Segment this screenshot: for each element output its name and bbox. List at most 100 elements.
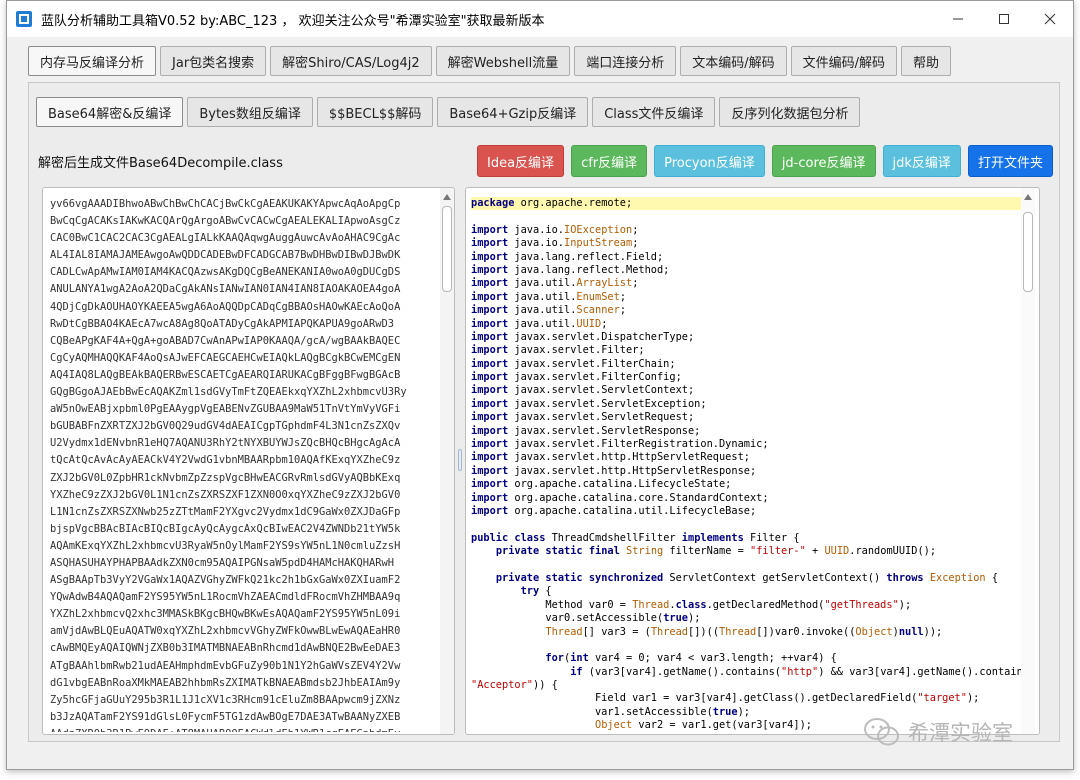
tab-decrypt-shiro[interactable]: 解密Shiro/CAS/Log4j2 (270, 46, 432, 76)
base64-line: CAC0BwC1CAC2CAC3CgAEALgIALkKAAQAqwgAuggA… (50, 232, 401, 245)
base64-line: L1N1cnZsZXRSZXNwb25zZTtMamF2YXgvc2Vydmx1… (50, 505, 401, 518)
base64-line: U2Vydmx1dENvbnR1eHQ7AQANU3RhY2tNYXBUYWJs… (50, 437, 401, 450)
code-line: import javax.servlet.FilterConfig; (471, 371, 682, 384)
code-line: import javax.servlet.FilterChain; (471, 357, 676, 370)
base64-line: ZXJ2bGV0L0ZpbHR1ckNvbmZpZzspVgcBHwEACGRv… (50, 471, 401, 484)
close-icon (1044, 13, 1056, 25)
base64-line: YXZhL2xhbmcvQ2xhc3MMASkBKgcBHQwBKwEsAQAQ… (50, 608, 401, 621)
maximize-button[interactable] (981, 1, 1027, 37)
tab-jar-class-search[interactable]: Jar包类名搜索 (160, 46, 267, 76)
tab-port-analysis[interactable]: 端口连接分析 (574, 46, 677, 76)
code-scrollbar[interactable] (1021, 188, 1035, 734)
code-line: private static final String filterName =… (495, 545, 937, 558)
close-button[interactable] (1027, 1, 1073, 37)
base64-line: b3JzAQATamF2YS91dGlsL0FycmF5TG1zdAwBOgE7… (50, 710, 401, 723)
base64-line: ANULANYA1wgA2AoA2QDaCgAkANsIANwIAN0IAN4I… (50, 283, 401, 296)
decompiled-code-pane[interactable]: package org.apache.remote; import java.i… (465, 187, 1040, 735)
subtab-deserialize[interactable]: 反序列化数据包分析 (719, 97, 861, 127)
jdk-decompile-button[interactable]: jdk反编译 (882, 145, 961, 177)
code-line: import java.util.Scanner; (471, 304, 627, 317)
base64-line: ASQHASUHAYPHAPBAAdkZXN0cm95AQAIPGNsaW5pd… (50, 556, 395, 569)
base64-line: ASgBAApTb3VyY2VGaWx1AQAZVGhyZWFkQ21kc2h1… (50, 574, 401, 587)
base64-line: ATgBAAhlbmRwb21udAEAHmphdmEvbGFuZy90b1N1… (50, 659, 401, 672)
scroll-up-icon[interactable] (440, 190, 454, 204)
maximize-icon (999, 14, 1009, 24)
code-line: if (var3[var4].getName().contains("http"… (570, 665, 1023, 678)
tab-help[interactable]: 帮助 (901, 46, 952, 76)
code-line: import java.lang.reflect.Method; (471, 263, 670, 276)
base64-line: tQcAtQcAvAcAyAEACkV4Y2VwdG1vbnMBAARpbm10… (50, 454, 401, 467)
base64-line: AAdnZXR0b3R1BwE9DAE+AT8MAUABQQEACWdldEh1… (50, 726, 434, 732)
procyon-decompile-button[interactable]: Procyon反编译 (654, 145, 765, 177)
base64-line: dG1vbgEABnRoaXMkMAEAB2hhbmRsZXIMATkBNAEA… (50, 676, 401, 689)
subtab-becl-decode[interactable]: $$BECL$$解码 (316, 97, 434, 127)
tab-decrypt-webshell[interactable]: 解密Webshell流量 (435, 46, 571, 76)
scroll-up-icon[interactable] (1021, 190, 1035, 204)
main-tab-bar: 内存马反编译分析 Jar包类名搜索 解密Shiro/CAS/Log4j2 解密W… (28, 46, 952, 76)
pane-splitter[interactable] (456, 187, 464, 735)
code-line: import javax.servlet.ServletResponse; (471, 424, 701, 437)
base64-line: CADLCwApAMwIAM0IAM4KACQAzwsAKgDQCgBeANEK… (50, 266, 401, 279)
tab-text-codec[interactable]: 文本编码/解码 (680, 46, 787, 76)
jdcore-decompile-button[interactable]: jd-core反编译 (771, 145, 876, 177)
code-line: Thread[] var3 = (Thread[])((Thread[])var… (545, 625, 943, 638)
base64-line: RwDtCgBBAO4KAEcA7wcA8Ag8QoATADyCgAkAPMIA… (50, 317, 395, 330)
output-file-label: 解密后生成文件Base64Decompile.class (38, 156, 283, 171)
base64-line: bjspVgcBBAcBIAcBIQcBIgcAyQcAygcAxQcBIwEA… (50, 522, 401, 535)
watermark-text: 希潭实验室 (908, 721, 1013, 745)
title-bar: 蓝队分析辅助工具箱V0.52 by:ABC_123 ， 欢迎关注公众号"希潭实验… (7, 1, 1073, 37)
cfr-decompile-button[interactable]: cfr反编译 (571, 145, 648, 177)
code-line: import java.util.UUID; (471, 317, 608, 330)
code-line: import javax.servlet.ServletRequest; (471, 411, 695, 424)
code-line: import java.io.IOException; (471, 223, 639, 236)
code-line: package org.apache.remote; (471, 197, 1023, 211)
splitter-grip[interactable] (458, 449, 462, 471)
base64-input-pane[interactable]: yv66vgAAADIBhwoABwChBwChCACjBwCkCgAEAKUK… (42, 187, 455, 735)
code-line: import org.apache.catalina.util.Lifecycl… (471, 504, 757, 517)
base64-line: 4QDjCgDkAOUHAOYKAEEA5wgA6AoAQQDpCADqCgBB… (50, 300, 401, 313)
base64-line: Zy5hcGFjaGUuY295b3R1L1J1cXV1c3RHcm91cElu… (50, 693, 401, 706)
code-line: try { (520, 585, 552, 598)
code-line: import javax.servlet.DispatcherType; (471, 330, 695, 343)
base64-line: AQAmKExqYXZhL2xhbmcvU3RyaW5nOylMamF2YS9s… (50, 539, 401, 552)
code-line: import javax.servlet.http.HttpServletReq… (471, 451, 750, 464)
base64-line: CQBeAPgKAF4A+QgA+goABAD7CwAnAPwIAP0KAAQA… (50, 334, 401, 347)
tab-file-codec[interactable]: 文件编码/解码 (790, 46, 898, 76)
minimize-icon (953, 18, 963, 20)
scroll-thumb[interactable] (442, 206, 452, 292)
base64-line: GQgBGgoAJAEbBwEcAQAKZml1sdGVyTmFtZQEAEkx… (50, 386, 407, 399)
base64-text[interactable]: yv66vgAAADIBhwoABwChBwChCACjBwCkCgAEAKUK… (50, 196, 434, 732)
code-line: import javax.servlet.ServletException; (471, 397, 707, 410)
subtab-base64-decompile[interactable]: Base64解密&反编译 (36, 97, 184, 127)
code-line: Field var1 = var3[var4].getClass().getDe… (471, 692, 980, 705)
base64-line: YXZheC9zZXJ2bGV0L1N1cnZsZXRSZXF1ZXN0O0xq… (50, 488, 401, 501)
code-line: import java.lang.reflect.Field; (471, 250, 664, 263)
base64-scrollbar[interactable] (440, 188, 454, 734)
base64-line: cAwBMQEyAQAIQWNjZXB0b3IMATMBNAEABnRhcmd1… (50, 642, 401, 655)
scroll-thumb[interactable] (1023, 212, 1033, 292)
base64-line: aW5nOwEABjxpbml0PgEAAygpVgEABENvZGUBAA9M… (50, 403, 401, 416)
base64-line: bGUBABFnZXRTZXJ2bGV0Q29udGV4dAEAICgpTGph… (50, 420, 401, 433)
window-title: 蓝队分析辅助工具箱V0.52 by:ABC_123 ， 欢迎关注公众号"希潭实验… (41, 13, 545, 29)
subtab-base64-gzip[interactable]: Base64+Gzip反编译 (437, 97, 589, 127)
code-line: Method var0 = Thread.class.getDeclaredMe… (471, 598, 912, 611)
code-line: var0.setAccessible(true); (471, 612, 701, 625)
subtab-bytes-decompile[interactable]: Bytes数组反编译 (187, 97, 313, 127)
idea-decompile-button[interactable]: Idea反编译 (477, 145, 565, 177)
base64-line: BwCqCgACAKsIAKwKACQArQgArgoABwCvCACwCgAE… (50, 215, 401, 228)
code-line: import java.util.ArrayList; (471, 277, 639, 290)
watermark: 希潭实验室 (862, 716, 1013, 748)
sub-tab-bar: Base64解密&反编译 Bytes数组反编译 $$BECL$$解码 Base6… (36, 97, 861, 127)
code-line: import javax.servlet.FilterRegistration.… (471, 438, 769, 451)
open-folder-button[interactable]: 打开文件夹 (967, 145, 1053, 177)
tab-memshell-decompile[interactable]: 内存马反编译分析 (28, 46, 157, 76)
app-icon (16, 11, 32, 27)
decompiled-code[interactable]: package org.apache.remote; import java.i… (471, 197, 1023, 733)
base64-line: CgCyAQMHAQQKAF4AoQsAJwEFCAEGCAEHCwEIAQkL… (50, 351, 401, 364)
code-line: "Acceptor")) { (471, 679, 558, 692)
wechat-icon (864, 718, 899, 746)
minimize-button[interactable] (935, 1, 981, 37)
subtab-class-file[interactable]: Class文件反编译 (592, 97, 716, 127)
